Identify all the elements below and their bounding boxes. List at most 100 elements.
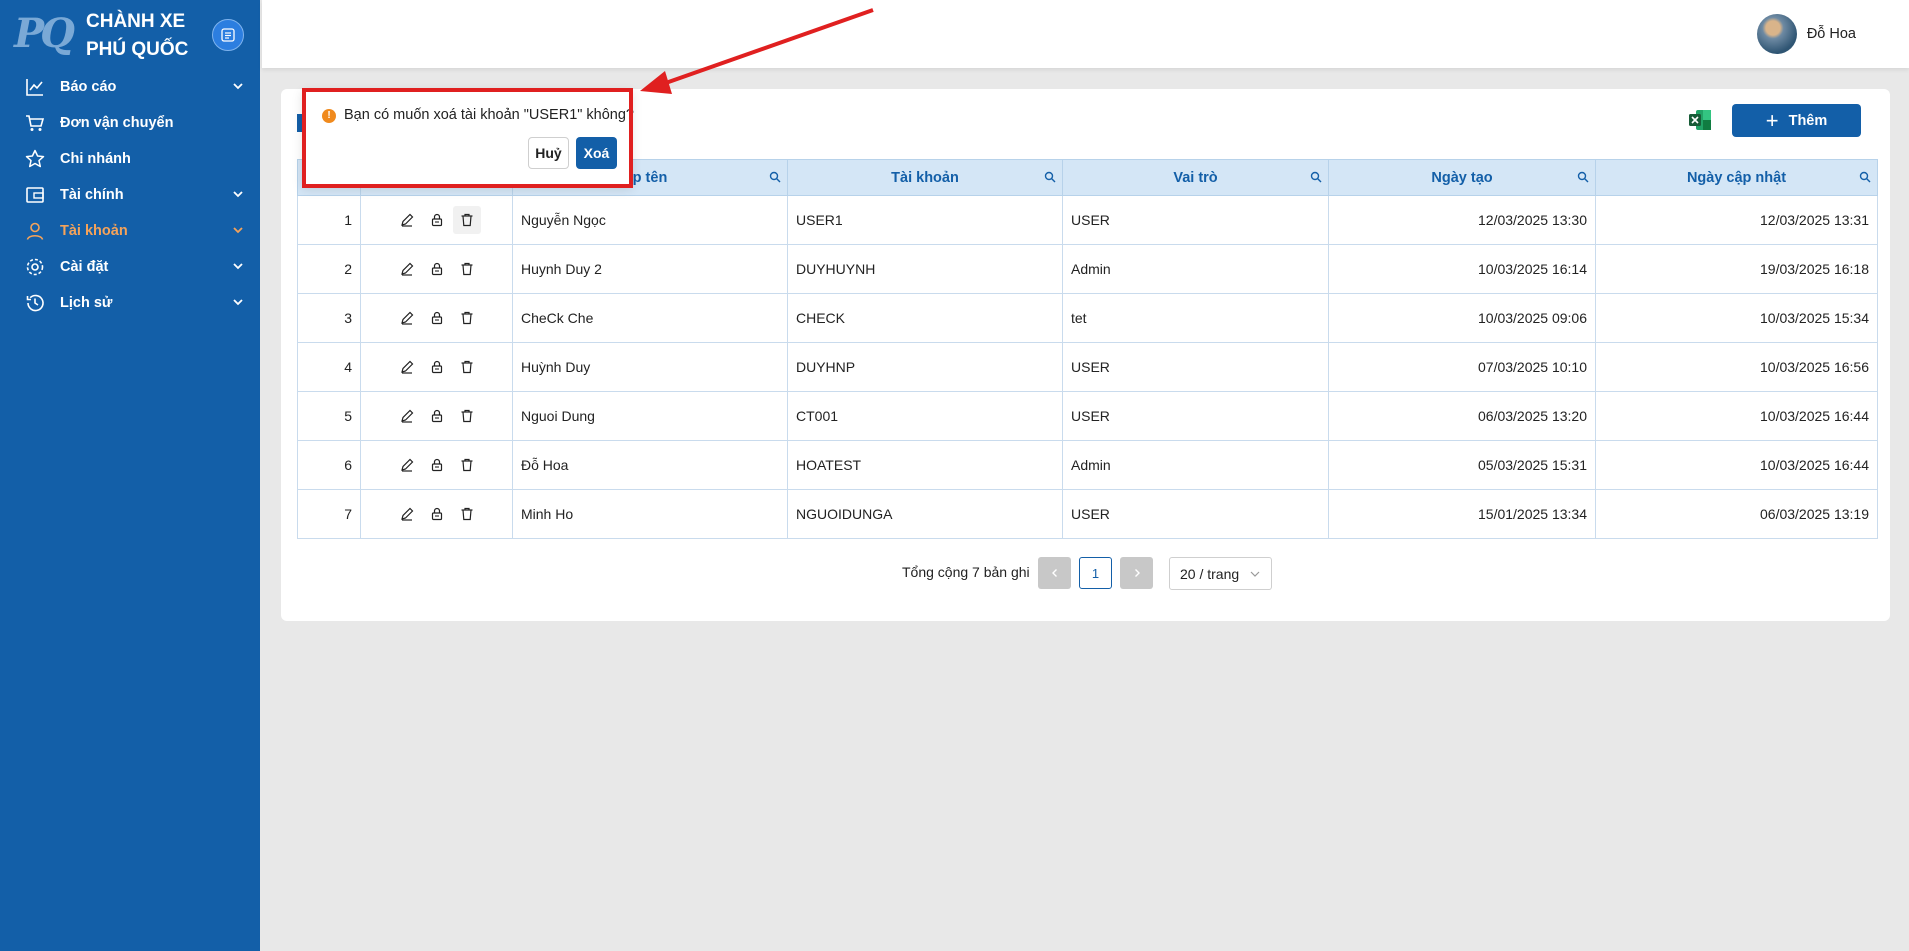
chevron-right-icon (1134, 569, 1140, 577)
wallet-icon (24, 184, 46, 206)
column-label: Tài khoản (891, 169, 959, 186)
lock-icon[interactable] (423, 255, 451, 283)
lock-icon[interactable] (423, 206, 451, 234)
cell-stt: 3 (297, 293, 361, 343)
delete-icon[interactable] (453, 451, 481, 479)
cell-ngay-tao: 10/03/2025 09:06 (1328, 293, 1596, 343)
table-row[interactable]: 5 Nguoi Dung CT001 USER 06/03/2025 13:20 10/0… (297, 391, 1878, 441)
lock-icon[interactable] (423, 304, 451, 332)
table-row[interactable]: 2 Huynh Duy 2 DUYHUYNH Admin 10/03/2025 16:1… (297, 244, 1878, 294)
add-button-label: Thêm (1788, 112, 1828, 129)
lock-icon[interactable] (423, 451, 451, 479)
chevron-left-icon (1051, 569, 1057, 577)
user-menu[interactable]: Đỗ Hoa (1756, 14, 1856, 54)
column-header-ngay-cap-nhat[interactable]: Ngày cập nhật (1595, 159, 1878, 196)
cell-ngay-tao: 10/03/2025 16:14 (1328, 244, 1596, 294)
sidebar-item-lich-su[interactable]: Lịch sử (0, 285, 260, 321)
cell-vai-tro: USER (1062, 195, 1329, 245)
chevron-down-icon (233, 299, 243, 306)
edit-icon[interactable] (393, 353, 421, 381)
cell-ho-ten: Minh Ho (512, 489, 788, 539)
edit-icon[interactable] (393, 500, 421, 528)
add-account-button[interactable]: + Thêm (1732, 104, 1861, 137)
chevron-down-icon (233, 191, 243, 198)
table-row[interactable]: 6 Đỗ Hoa HOATEST Admin 05/03/2025 15:31 10/03… (297, 440, 1878, 490)
sidebar-item-cai-dat[interactable]: Cài đặt (0, 249, 260, 285)
pagination-total: Tổng cộng 7 bản ghi (902, 564, 1030, 580)
cell-tai-khoan: NGUOIDUNGA (787, 489, 1063, 539)
logo-text: PQ (14, 10, 75, 57)
sidebar-item-bao-cao[interactable]: Báo cáo (0, 69, 260, 105)
menu-fold-icon (221, 28, 235, 42)
edit-icon[interactable] (393, 304, 421, 332)
sidebar-item-tai-chinh[interactable]: Tài chính (0, 177, 260, 213)
cell-ho-ten: Huỳnh Duy (512, 342, 788, 392)
cell-ngay-cap-nhat: 12/03/2025 13:31 (1595, 195, 1878, 245)
brand-line-2: PHÚ QUỐC (86, 39, 189, 60)
chevron-down-icon (233, 227, 243, 234)
cell-stt: 6 (297, 440, 361, 490)
edit-icon[interactable] (393, 402, 421, 430)
search-icon[interactable] (1310, 171, 1322, 183)
cell-ho-ten: Huynh Duy 2 (512, 244, 788, 294)
page-size-value: 20 / trang (1180, 565, 1240, 582)
search-icon[interactable] (1859, 171, 1871, 183)
column-header-tai-khoan[interactable]: Tài khoản (787, 159, 1063, 196)
page-button-current[interactable]: 1 (1079, 557, 1112, 589)
table-row[interactable]: 1 Nguyễn Ngọc USER1 USER 12/03/2025 13:30 12/… (297, 195, 1878, 245)
lock-icon[interactable] (423, 402, 451, 430)
delete-icon[interactable] (453, 353, 481, 381)
lock-icon[interactable] (423, 500, 451, 528)
table-row[interactable]: 4 Huỳnh Duy DUYHNP USER 07/03/2025 10:10 10/0… (297, 342, 1878, 392)
delete-icon[interactable] (453, 304, 481, 332)
search-icon[interactable] (769, 171, 781, 183)
column-header-vai-tro[interactable]: Vai trò (1062, 159, 1329, 196)
edit-icon[interactable] (393, 451, 421, 479)
chevron-down-icon (233, 263, 243, 270)
cell-vai-tro: Admin (1062, 244, 1329, 294)
table-row[interactable]: 3 CheCk Che CHECK tet 10/03/2025 09:06 10/03/… (297, 293, 1878, 343)
sidebar-item-tai-khoan[interactable]: Tài khoản (0, 213, 260, 249)
cart-icon (24, 112, 46, 134)
cell-tai-khoan: CHECK (787, 293, 1063, 343)
next-page-button[interactable] (1120, 557, 1153, 589)
cell-actions (360, 440, 513, 490)
column-label: Ngày tạo (1431, 169, 1493, 186)
edit-icon[interactable] (393, 206, 421, 234)
cell-ngay-cap-nhat: 06/03/2025 13:19 (1595, 489, 1878, 539)
delete-icon[interactable] (452, 206, 481, 234)
cell-actions (360, 489, 513, 539)
delete-icon[interactable] (453, 402, 481, 430)
brand-name: CHÀNH XE PHÚ QUỐC (86, 8, 188, 64)
search-icon[interactable] (1044, 171, 1056, 183)
top-bar: Đỗ Hoa (262, 0, 1909, 68)
cell-ngay-cap-nhat: 10/03/2025 16:56 (1595, 342, 1878, 392)
chevron-down-icon (1250, 571, 1260, 577)
column-header-ngay-tao[interactable]: Ngày tạo (1328, 159, 1596, 196)
prev-page-button[interactable] (1038, 557, 1071, 589)
delete-icon[interactable] (453, 255, 481, 283)
edit-icon[interactable] (393, 255, 421, 283)
user-icon (24, 220, 46, 242)
delete-icon[interactable] (453, 500, 481, 528)
cell-ho-ten: Nguoi Dung (512, 391, 788, 441)
cell-tai-khoan: CT001 (787, 391, 1063, 441)
annotation-highlight-box (302, 88, 633, 188)
cell-actions (360, 342, 513, 392)
export-excel-button[interactable] (1688, 109, 1712, 131)
lock-icon[interactable] (423, 353, 451, 381)
cell-vai-tro: USER (1062, 342, 1329, 392)
cell-vai-tro: USER (1062, 391, 1329, 441)
table-row[interactable]: 7 Minh Ho NGUOIDUNGA USER 15/01/2025 13:34 06… (297, 489, 1878, 539)
cell-stt: 5 (297, 391, 361, 441)
sidebar-item-don-van-chuyen[interactable]: Đơn vận chuyển (0, 105, 260, 141)
collapse-menu-button[interactable] (212, 19, 244, 51)
chart-line-icon (24, 76, 46, 98)
page-size-select[interactable]: 20 / trang (1169, 557, 1272, 590)
cell-ngay-cap-nhat: 10/03/2025 16:44 (1595, 391, 1878, 441)
sidebar-item-chi-nhanh[interactable]: Chi nhánh (0, 141, 260, 177)
search-icon[interactable] (1577, 171, 1589, 183)
cell-stt: 4 (297, 342, 361, 392)
cell-ngay-cap-nhat: 19/03/2025 16:18 (1595, 244, 1878, 294)
history-icon (24, 292, 46, 314)
